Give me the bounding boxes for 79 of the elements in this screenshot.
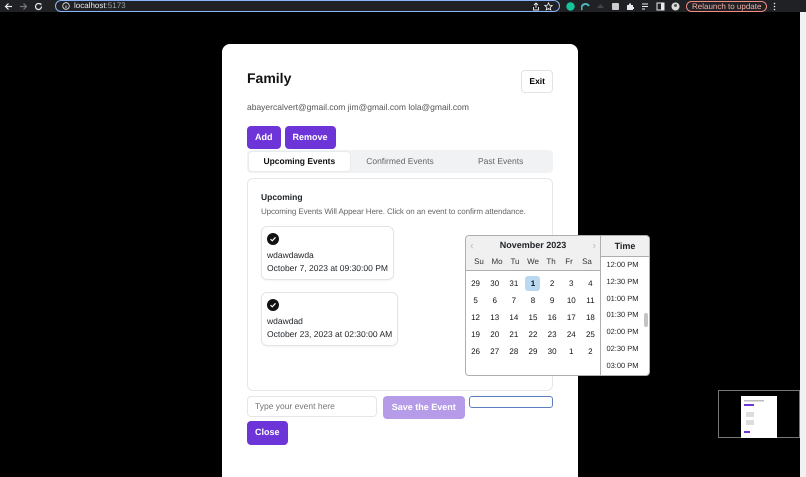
event-card[interactable]: wdawdad October 23, 2023 at 02:30:00 AM xyxy=(261,292,398,346)
calendar-day[interactable]: 8 xyxy=(525,292,540,308)
calendar-day[interactable]: 31 xyxy=(506,276,522,290)
calendar-day[interactable]: 14 xyxy=(506,310,522,324)
calendar-day[interactable]: 15 xyxy=(525,310,540,324)
close-button[interactable]: Close xyxy=(247,421,288,445)
exit-button[interactable]: Exit xyxy=(521,70,553,93)
calendar-day[interactable]: 9 xyxy=(544,292,560,308)
event-input[interactable]: Type your event here xyxy=(247,396,377,417)
playlist-icon[interactable] xyxy=(641,2,650,10)
scroll-thumb[interactable] xyxy=(644,313,648,327)
calendar-day[interactable]: 1 xyxy=(525,276,540,290)
side-panel-icon[interactable] xyxy=(656,2,665,10)
calendar-day[interactable]: 19 xyxy=(468,326,484,342)
calendar-day[interactable]: 3 xyxy=(564,276,579,290)
more-icon[interactable] xyxy=(773,2,776,10)
calendar-day[interactable]: 2 xyxy=(582,344,598,358)
calendar-day[interactable]: 24 xyxy=(564,326,579,342)
calendar-day[interactable]: 25 xyxy=(582,326,598,342)
calendar-day[interactable]: 20 xyxy=(487,326,502,342)
calendar-day[interactable]: 28 xyxy=(506,344,522,358)
calendar-day[interactable]: 1 xyxy=(564,344,579,358)
group-title: Family xyxy=(247,70,292,87)
reload-icon[interactable] xyxy=(34,2,43,10)
weekday-label: We xyxy=(526,256,540,268)
calendar-day[interactable]: 12 xyxy=(468,310,484,324)
event-name: wdawdad xyxy=(267,314,304,328)
date-input[interactable] xyxy=(468,396,553,408)
calendar-day[interactable]: 13 xyxy=(487,310,502,324)
tab[interactable]: Upcoming Events xyxy=(249,152,350,171)
event-name: wdawdawda xyxy=(267,248,315,262)
share-icon[interactable] xyxy=(532,2,540,10)
event-datetime: October 7, 2023 at 09:30:00 PM xyxy=(267,262,388,274)
calendar-day[interactable]: 4 xyxy=(582,276,598,290)
tab[interactable]: Confirmed Events xyxy=(350,152,450,171)
calendar-day[interactable]: 5 xyxy=(468,292,484,308)
info-icon xyxy=(62,2,70,10)
calendar-day[interactable]: 2 xyxy=(544,276,560,290)
weekday-label: Th xyxy=(545,256,557,268)
weekday-label: Fr xyxy=(564,256,574,268)
weekday-label: Su xyxy=(473,256,485,268)
event-card[interactable]: wdawdawda October 7, 2023 at 09:30:00 PM xyxy=(261,226,394,280)
remove-button[interactable]: Remove xyxy=(284,126,336,149)
calendar-day[interactable]: 21 xyxy=(506,326,522,342)
update-button[interactable]: Relaunch to update xyxy=(686,0,768,12)
address-bar[interactable]: localhost:5173 xyxy=(55,0,560,12)
time-heading: Time xyxy=(601,236,649,257)
calendar-day[interactable]: 29 xyxy=(525,344,540,358)
calendar-day[interactable]: 27 xyxy=(487,344,502,358)
calendar-day[interactable]: 11 xyxy=(582,292,598,308)
weekday-label: Sa xyxy=(581,256,593,268)
month-title: November 2023 xyxy=(500,239,566,252)
puzzle-icon[interactable] xyxy=(626,2,635,10)
calendar-day[interactable]: 29 xyxy=(468,276,484,290)
calendar-day[interactable]: 23 xyxy=(544,326,560,342)
calendar-day[interactable]: 22 xyxy=(525,326,540,342)
calendar-day[interactable]: 17 xyxy=(564,310,579,324)
scrollbar[interactable] xyxy=(800,12,806,477)
panel-description: Upcoming Events Will Appear Here. Click on an event to confirm attendance. xyxy=(261,206,527,218)
url-text: localhost:5173 xyxy=(74,0,126,12)
calendar-day[interactable]: 6 xyxy=(487,292,502,308)
profile-icon[interactable] xyxy=(671,2,680,10)
calendar-day[interactable]: 26 xyxy=(468,344,484,358)
calendar-day[interactable]: 7 xyxy=(506,292,522,308)
add-button[interactable]: Add xyxy=(247,126,280,149)
member-emails: abayercalvert@gmail.com jim@gmail.com lola@gmail.com xyxy=(247,100,470,114)
forward-icon[interactable] xyxy=(19,2,28,10)
weekday-label: Mo xyxy=(490,256,504,268)
event-datetime: October 23, 2023 at 02:30:00 AM xyxy=(267,328,392,340)
calendar-day[interactable]: 16 xyxy=(544,310,560,324)
calendar-day[interactable]: 30 xyxy=(487,276,502,290)
weekday-label: Tu xyxy=(509,256,521,268)
panel-heading: Upcoming xyxy=(261,190,304,204)
calendar-day[interactable]: 30 xyxy=(544,344,560,358)
tab[interactable]: Past Events xyxy=(450,152,552,171)
star-icon[interactable] xyxy=(544,2,553,10)
back-icon[interactable] xyxy=(4,2,13,10)
calendar-day[interactable]: 18 xyxy=(582,310,598,324)
calendar-day[interactable]: 10 xyxy=(564,292,579,308)
